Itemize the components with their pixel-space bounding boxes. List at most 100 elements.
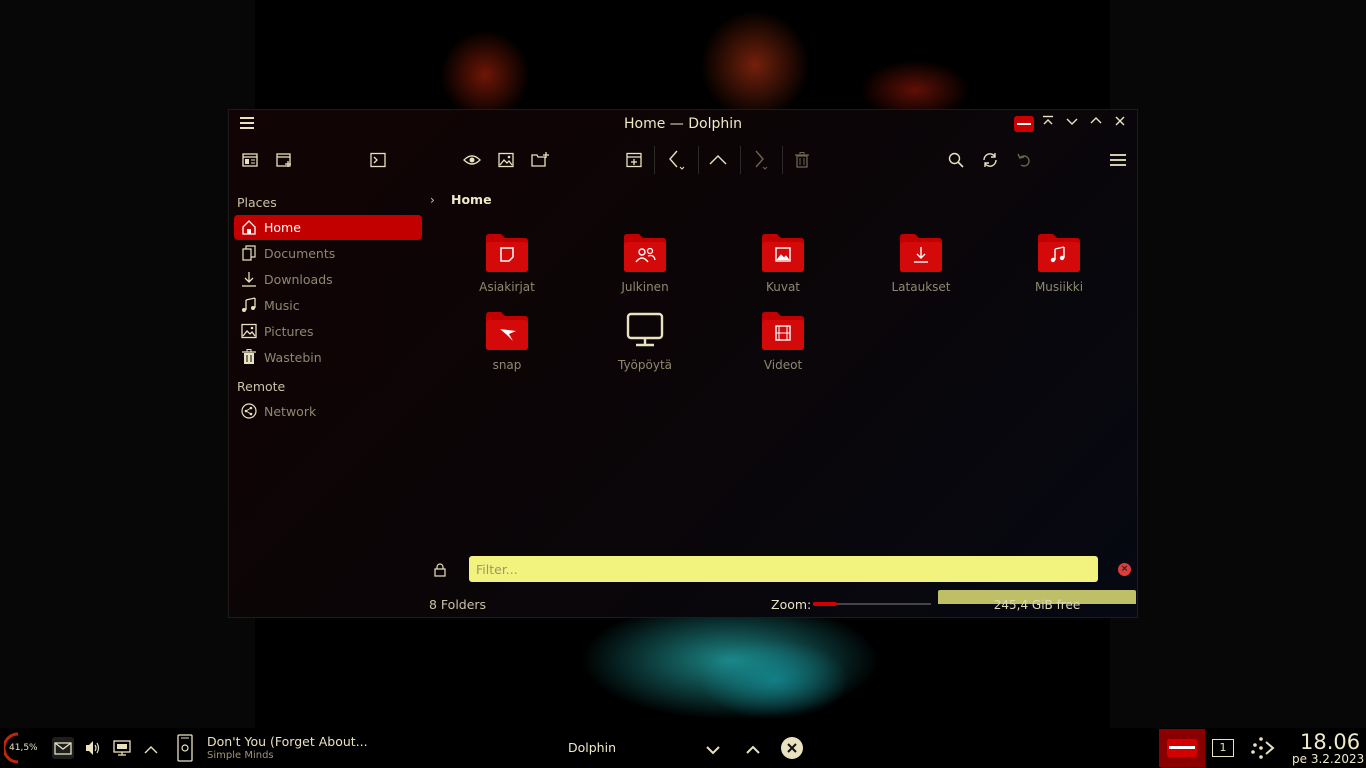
clock-time[interactable]: 18.06 <box>1300 730 1360 754</box>
sidebar-item-label: Home <box>264 220 301 235</box>
wallpaper-splash <box>700 640 850 720</box>
folder-label: snap <box>492 358 522 372</box>
back-arrow-icon[interactable] <box>666 150 686 170</box>
media-title[interactable]: Don't You (Forget About... <box>207 734 368 749</box>
sidebar-item-label: Downloads <box>264 272 333 287</box>
forward-arrow-icon[interactable] <box>750 150 770 170</box>
keep-above-icon[interactable] <box>1014 116 1034 132</box>
folder-item[interactable]: Videot <box>733 311 833 381</box>
close-icon[interactable] <box>1111 115 1129 133</box>
toolbar-separator <box>698 146 699 174</box>
lock-icon[interactable] <box>434 562 448 578</box>
wallpaper-splash <box>700 10 810 120</box>
clock-date[interactable]: pe 3.2.2023 <box>1292 752 1364 766</box>
desktop-monitor-icon <box>623 311 667 351</box>
folder-item[interactable]: Työpöytä <box>595 311 695 381</box>
sidebar-item-network[interactable]: Network <box>234 399 422 424</box>
refresh-icon[interactable] <box>980 150 1000 170</box>
folder-item[interactable]: Asiakirjat <box>457 233 557 303</box>
zoom-label: Zoom: <box>771 597 812 612</box>
up-arrow-icon[interactable] <box>708 150 728 170</box>
folder-label: Työpöytä <box>617 358 673 372</box>
filter-input[interactable] <box>469 556 1098 582</box>
toolbar-separator <box>654 146 655 174</box>
folder-item[interactable]: Julkinen <box>595 233 695 303</box>
title-bar[interactable]: Home — Dolphin <box>229 110 1137 138</box>
app-launcher-icon[interactable] <box>1159 729 1205 767</box>
sidebar-item-downloads[interactable]: Downloads <box>234 267 422 292</box>
public-folder-icon <box>623 233 667 273</box>
taskbar-task-dolphin[interactable]: Dolphin <box>568 740 616 755</box>
folder-label: Julkinen <box>621 280 669 294</box>
folder-count: 8 Folders <box>429 597 487 612</box>
folder-label: Kuvat <box>765 280 801 294</box>
folder-item[interactable]: Kuvat <box>733 233 833 303</box>
new-folder-icon[interactable] <box>530 150 550 170</box>
sidebar-item-label: Documents <box>264 246 336 261</box>
minimize-icon[interactable] <box>1063 115 1081 133</box>
folder-item[interactable]: snap <box>457 311 557 381</box>
sidebar-item-label: Pictures <box>264 324 314 339</box>
task-close-icon[interactable] <box>780 736 804 764</box>
folder-item[interactable]: Musiikki <box>1009 233 1109 303</box>
document-folder-icon <box>485 233 529 273</box>
virtual-desktop-pager[interactable]: 1 <box>1212 739 1234 757</box>
sidebar-item-music[interactable]: Music <box>234 293 422 318</box>
terminal-icon[interactable] <box>368 150 388 170</box>
activities-icon[interactable] <box>1249 735 1277 765</box>
split-view-icon[interactable] <box>240 150 260 170</box>
dolphin-window: Home — Dolphin Places Home Documents Dow… <box>228 109 1138 618</box>
folder-label: Musiikki <box>1034 280 1084 294</box>
maximize-icon[interactable] <box>1087 115 1105 133</box>
folder-label: Asiakirjat <box>479 280 535 294</box>
sidebar-item-label: Wastebin <box>264 350 322 365</box>
search-icon[interactable] <box>946 150 966 170</box>
download-icon <box>241 271 257 287</box>
shade-icon[interactable] <box>1039 115 1057 133</box>
network-icon <box>241 403 257 419</box>
zoom-slider[interactable] <box>813 602 931 606</box>
task-maximize-icon[interactable] <box>745 741 761 760</box>
display-icon[interactable] <box>113 739 131 761</box>
desktop: Home — Dolphin Places Home Documents Dow… <box>0 0 1366 768</box>
free-space-text: 245,4 GiB free <box>993 598 1081 612</box>
folder-label: Videot <box>763 358 803 372</box>
trash-icon[interactable] <box>792 150 812 170</box>
breadcrumb[interactable]: Home <box>451 192 492 207</box>
folder-item[interactable]: Lataukset <box>871 233 971 303</box>
mail-icon[interactable] <box>52 737 74 759</box>
preview-eye-icon[interactable] <box>462 150 482 170</box>
window-title: Home — Dolphin <box>623 116 742 132</box>
folder-label: Lataukset <box>891 280 951 294</box>
places-heading: Places <box>237 195 277 210</box>
undo-icon[interactable] <box>1014 150 1034 170</box>
task-minimize-icon[interactable] <box>705 741 721 760</box>
music-folder-icon <box>1037 233 1081 273</box>
new-tab-icon[interactable] <box>274 150 294 170</box>
battery-percent: 41,5% <box>9 743 38 753</box>
videos-folder-icon <box>761 311 805 351</box>
breadcrumb-chevron-icon[interactable]: › <box>430 193 435 207</box>
image-icon[interactable] <box>496 150 516 170</box>
home-icon <box>241 219 257 235</box>
zoom-slider-fill <box>813 602 837 606</box>
toolbar-separator <box>740 146 741 174</box>
sidebar-item-pictures[interactable]: Pictures <box>234 319 422 344</box>
music-note-icon <box>241 297 257 313</box>
toolbar-separator <box>782 146 783 174</box>
sidebar-item-wastebin[interactable]: Wastebin <box>234 345 422 370</box>
volume-icon[interactable] <box>84 739 102 761</box>
hamburger-menu-icon[interactable] <box>1108 150 1128 170</box>
wallpaper-splash <box>440 30 530 120</box>
sidebar-item-label: Music <box>264 298 300 313</box>
sidebar-item-home[interactable]: Home <box>234 215 422 240</box>
remote-heading: Remote <box>237 379 286 394</box>
sidebar-item-documents[interactable]: Documents <box>234 241 422 266</box>
view-mode-icon[interactable] <box>624 150 644 170</box>
tray-expand-icon[interactable] <box>143 741 159 760</box>
clear-filter-icon[interactable]: × <box>1118 563 1131 576</box>
media-artist: Simple Minds <box>207 750 274 761</box>
downloads-folder-icon <box>899 233 943 273</box>
trash-icon <box>241 349 257 365</box>
media-player-icon[interactable] <box>176 734 194 766</box>
